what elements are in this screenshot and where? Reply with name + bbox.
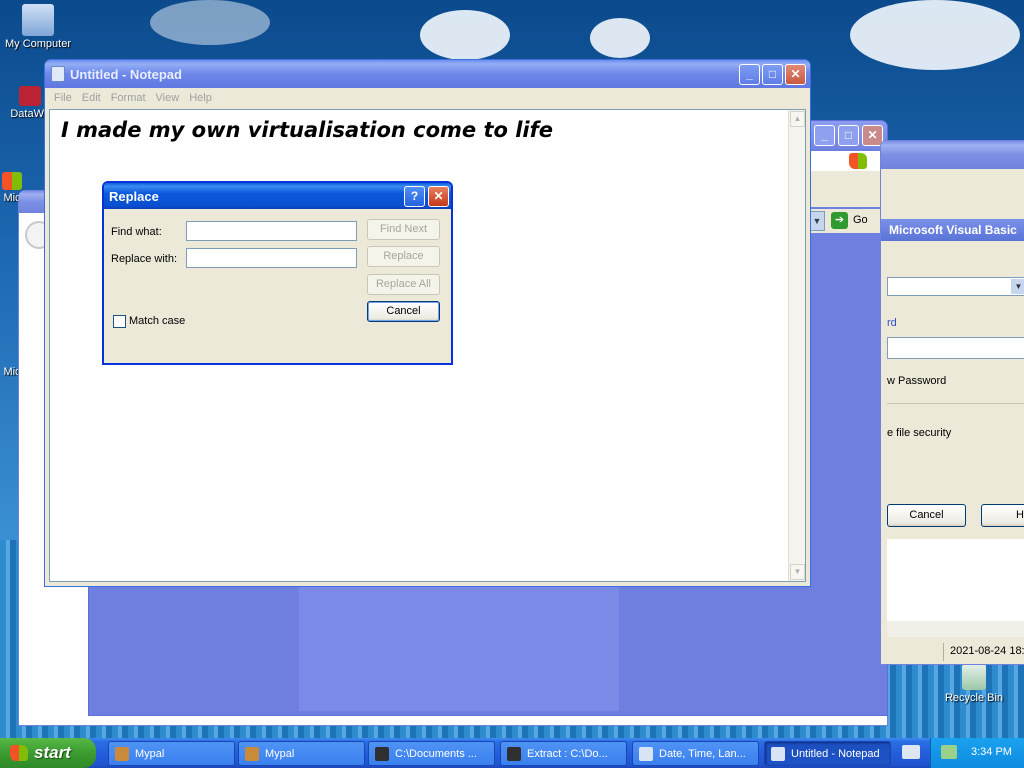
windows-flag-icon (10, 745, 28, 761)
divider (887, 403, 1024, 404)
taskbar-item-extract[interactable]: Extract : C:\Do... (500, 741, 627, 766)
help-button[interactable]: ? (404, 186, 425, 207)
mypal-icon (115, 747, 129, 761)
desktop-icon-label: Recycle Bin (944, 692, 1004, 704)
taskbar-item-date-time[interactable]: Date, Time, Lan... (632, 741, 759, 766)
find-what-label: Find what: (111, 226, 162, 238)
toolbar-strip (809, 171, 885, 207)
minimize-button[interactable]: _ (739, 64, 760, 85)
vb-status-timestamp: 2021-08-24 18: (943, 643, 1024, 661)
clock[interactable]: 3:34 PM (971, 746, 1012, 758)
windows-logo-area (809, 151, 885, 171)
vb-titlebar (881, 141, 1024, 169)
menu-file[interactable]: File (49, 89, 77, 104)
vb-help-button[interactable]: H (981, 504, 1024, 527)
vb-security-label: e file security (887, 427, 952, 439)
start-label: start (34, 743, 71, 762)
chevron-down-icon: ▼ (1011, 279, 1024, 294)
vb-dialog-body: ▼ rd w Password e file security Cancel H… (887, 241, 1024, 661)
start-button[interactable]: start (0, 738, 96, 768)
mypal-icon (245, 747, 259, 761)
notepad-titlebar[interactable]: Untitled - Notepad _ □ ✕ (45, 60, 810, 88)
replace-with-label: Replace with: (111, 253, 178, 265)
vb-dialog-title: Microsoft Visual Basic (881, 219, 1024, 241)
taskbar-item-mypal-1[interactable]: Mypal (108, 741, 235, 766)
replace-all-button[interactable]: Replace All (367, 274, 440, 295)
menu-edit[interactable]: Edit (77, 89, 106, 104)
find-what-input[interactable] (186, 221, 357, 241)
maximize-button[interactable]: □ (762, 64, 783, 85)
taskbar-item-label: Date, Time, Lan... (659, 748, 746, 760)
taskbar-item-label: Mypal (135, 748, 165, 760)
taskbar-item-label: Untitled - Notepad (791, 748, 880, 760)
menu-help[interactable]: Help (184, 89, 217, 104)
vb-toolbar (881, 169, 1024, 191)
close-button[interactable]: ✕ (785, 64, 806, 85)
vb-link[interactable]: rd (887, 317, 897, 329)
desktop-icon-my-computer[interactable]: My Computer (0, 4, 76, 50)
notepad-icon (51, 66, 65, 82)
7zip-icon (507, 747, 521, 761)
replace-with-input[interactable] (186, 248, 357, 268)
taskbar: start Mypal Mypal C:\Documents ... Extra… (0, 738, 1024, 768)
vb-dropdown[interactable]: ▼ (887, 277, 1024, 296)
match-case-label: Match case (129, 315, 186, 327)
keyboard-icon[interactable] (902, 745, 920, 759)
notepad-content: I made my own virtualisation come to lif… (61, 118, 553, 142)
vb-content-area (887, 539, 1024, 621)
desktop-icon-label: My Computer (4, 38, 72, 50)
replace-titlebar[interactable]: Replace ? ✕ (104, 183, 451, 209)
control-panel-icon (639, 747, 653, 761)
system-tray: 3:34 PM (930, 738, 1024, 768)
notepad-menubar: File Edit Format View Help (49, 89, 806, 108)
close-button[interactable]: ✕ (428, 186, 449, 207)
cancel-button[interactable]: Cancel (367, 301, 440, 322)
find-next-button[interactable]: Find Next (367, 219, 440, 240)
vb-window[interactable]: Microsoft Visual Basic ▼ rd w Password e… (880, 140, 1024, 665)
computer-icon (22, 4, 54, 36)
taskbar-item-mypal-2[interactable]: Mypal (238, 741, 365, 766)
taskbar-item-documents[interactable]: C:\Documents ... (368, 741, 495, 766)
menu-format[interactable]: Format (106, 89, 151, 104)
replace-dialog[interactable]: Replace ? ✕ Find what: Replace with: Fin… (102, 181, 453, 365)
vertical-scrollbar[interactable]: ▲ ▼ (788, 110, 805, 581)
windows-flag-icon (849, 153, 867, 169)
desktop-icon-recycle-bin[interactable]: Recycle Bin (936, 664, 1012, 704)
wallpaper-cloud (150, 0, 270, 45)
taskbar-item-label: C:\Documents ... (395, 748, 477, 760)
wallpaper-cloud (850, 0, 1020, 70)
minimize-button[interactable]: _ (814, 125, 835, 146)
taskbar-item-notepad[interactable]: Untitled - Notepad (764, 741, 891, 766)
wallpaper-cloud (420, 10, 510, 60)
shortcut-icon (19, 86, 41, 106)
office-icon (2, 172, 22, 190)
address-bar-end: ▼ ➔ Go (809, 209, 885, 233)
scrollbar[interactable] (887, 621, 1024, 637)
chevron-down-icon[interactable]: ▼ (809, 211, 825, 231)
notepad-icon (771, 747, 785, 761)
notepad-title: Untitled - Notepad (70, 67, 182, 82)
taskbar-item-label: Extract : C:\Do... (527, 748, 608, 760)
replace-button[interactable]: Replace (367, 246, 440, 267)
menu-view[interactable]: View (151, 89, 185, 104)
go-label: Go (853, 214, 868, 226)
network-icon[interactable] (941, 745, 957, 759)
maximize-button[interactable]: □ (838, 125, 859, 146)
recycle-bin-icon (962, 664, 986, 690)
go-button[interactable]: ➔ Go (831, 211, 883, 231)
match-case-checkbox[interactable] (113, 315, 126, 328)
taskbar-item-label: Mypal (265, 748, 295, 760)
go-arrow-icon: ➔ (831, 212, 848, 229)
scroll-down-icon[interactable]: ▼ (790, 564, 805, 580)
vb-cancel-button[interactable]: Cancel (887, 504, 966, 527)
wallpaper-cloud (590, 18, 650, 58)
vb-text-field[interactable] (887, 337, 1024, 359)
7zip-icon (375, 747, 389, 761)
scroll-up-icon[interactable]: ▲ (790, 111, 805, 127)
replace-dialog-title: Replace (109, 189, 159, 204)
vb-password-label: w Password (887, 375, 947, 387)
